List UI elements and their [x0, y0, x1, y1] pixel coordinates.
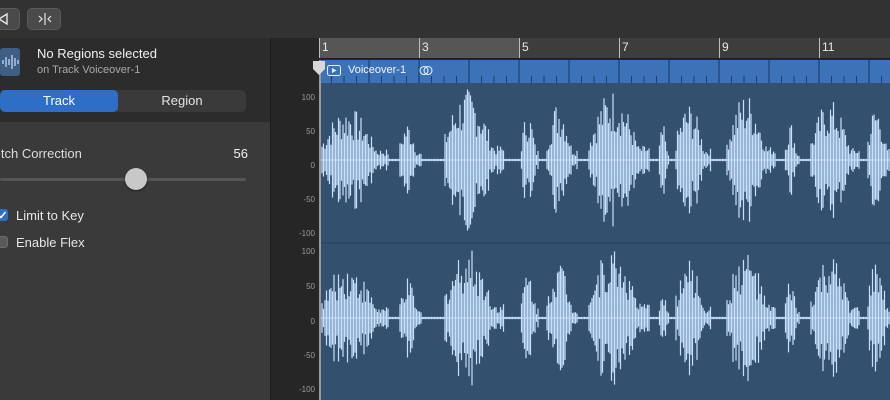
playhead[interactable]	[319, 60, 321, 400]
checkmark-icon	[0, 209, 8, 221]
amplitude-label: 50	[306, 127, 315, 136]
audio-editor: 1 3 5 7 9 11 Voiceover-1 100 50 0 -50 -1…	[270, 38, 890, 400]
waveform-area[interactable]	[319, 83, 890, 400]
bar-tick	[719, 38, 720, 58]
bar-number: 3	[422, 40, 429, 54]
amplitude-label: -50	[303, 195, 315, 204]
pitch-correction-label: itch Correction	[0, 146, 82, 161]
pitch-correction-slider[interactable]	[0, 178, 246, 181]
bar-number: 7	[622, 40, 629, 54]
bar-number: 11	[822, 40, 835, 54]
playhead-handle[interactable]	[312, 60, 326, 76]
region-play-icon	[327, 65, 341, 76]
bar-tick	[819, 38, 820, 58]
limit-to-key-label: Limit to Key	[16, 208, 84, 223]
tab-region[interactable]: Region	[118, 90, 246, 112]
amplitude-label: 50	[306, 282, 315, 291]
selection-subtitle: on Track Voiceover-1	[37, 64, 141, 76]
play-back-icon	[0, 12, 8, 26]
amplitude-label: 100	[301, 247, 315, 256]
bar-tick	[619, 38, 620, 58]
region-header[interactable]: Voiceover-1	[319, 60, 890, 83]
amplitude-label: 0	[310, 161, 315, 170]
bar-tick	[419, 38, 420, 58]
amplitude-label: -100	[298, 385, 315, 394]
pitch-correction-value: 56	[233, 146, 248, 161]
checkbox-empty-icon	[0, 236, 8, 248]
amplitude-label: 0	[310, 317, 315, 326]
amplitude-label: -100	[298, 229, 315, 238]
bar-number: 9	[722, 40, 729, 54]
amplitude-label: -50	[303, 351, 315, 360]
enable-flex-label: Enable Flex	[16, 235, 85, 250]
split-button[interactable]	[27, 8, 61, 30]
timeline-ruler[interactable]: 1 3 5 7 9 11	[319, 38, 890, 59]
amplitude-label: 100	[301, 93, 315, 102]
toolbar	[0, 0, 890, 39]
region-name: Voiceover-1	[348, 64, 407, 76]
track-inspector: No Regions selected on Track Voiceover-1…	[0, 38, 270, 400]
split-icon	[38, 13, 52, 25]
selection-title: No Regions selected	[37, 46, 157, 61]
inspector-tabs: Track Region	[0, 90, 246, 112]
bar-tick	[319, 38, 320, 58]
play-back-button[interactable]	[0, 8, 20, 30]
track-settings-panel: itch Correction 56 Limit to Key Enable F…	[0, 122, 270, 400]
tab-track[interactable]: Track	[0, 90, 118, 112]
pitch-correction-slider-knob[interactable]	[125, 168, 147, 190]
bar-tick	[519, 38, 520, 58]
waveform-icon	[0, 48, 20, 76]
bar-number: 5	[522, 40, 529, 54]
bar-number: 1	[322, 40, 329, 54]
loop-icon	[419, 65, 433, 76]
